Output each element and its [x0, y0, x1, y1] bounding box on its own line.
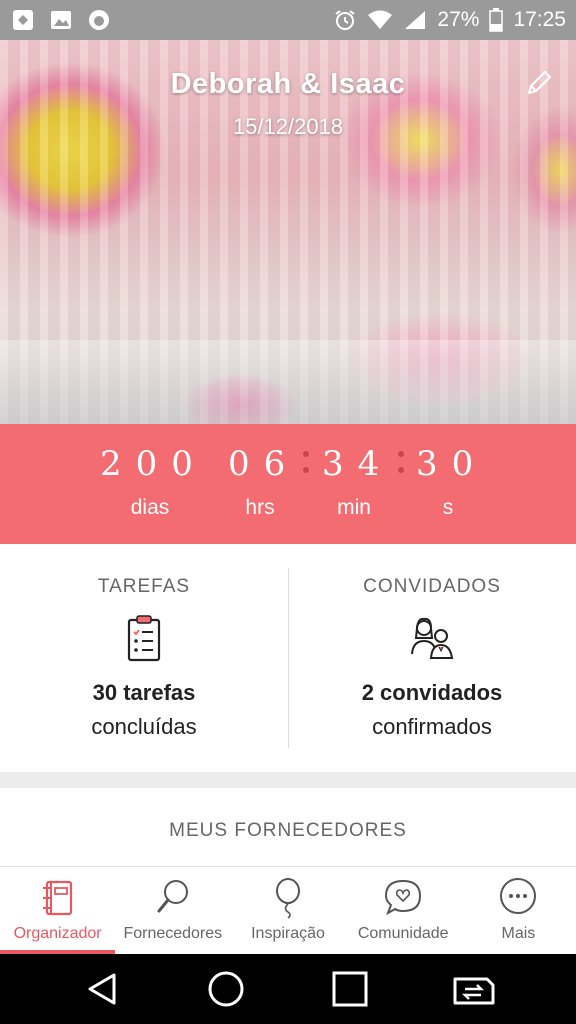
nav-inspiracao[interactable]: Inspiração — [230, 867, 345, 954]
providers-section[interactable]: MEUS FORNECEDORES — [0, 788, 576, 868]
countdown-seconds: 30 s — [416, 444, 480, 520]
balloon-icon — [276, 878, 300, 919]
seconds-value: 30 — [416, 444, 488, 484]
guests-count: 2 convidados — [361, 680, 503, 705]
nav-label: Fornecedores — [123, 925, 223, 942]
nav-fornecedores[interactable]: Fornecedores — [115, 867, 230, 954]
gallery-icon — [48, 7, 74, 33]
notification-icons — [10, 7, 112, 33]
seconds-label: s — [442, 496, 454, 519]
countdown-banner: 200 dias 06 hrs 34 min 30 s — [0, 424, 576, 544]
nav-comunidade[interactable]: Comunidade — [346, 867, 461, 954]
lion-app-icon — [86, 7, 112, 33]
guests-couple-icon — [408, 614, 456, 664]
guests-title: CONVIDADOS — [363, 576, 501, 597]
couple-names: Deborah & Isaac — [170, 68, 406, 100]
battery-percent: 27% — [437, 8, 480, 31]
guests-summary[interactable]: CONVIDADOS 2 convidados confirmados — [288, 544, 576, 772]
signal-4g-icon — [403, 9, 427, 31]
app-icon — [10, 7, 36, 33]
switch-app-icon[interactable] — [449, 964, 499, 1014]
countdown-separator — [303, 449, 309, 475]
summary-card: TAREFAS 30 tarefas concluídas CONVIDADOS — [0, 544, 576, 772]
home-icon[interactable] — [201, 964, 251, 1014]
minutes-label: min — [337, 496, 371, 519]
minutes-value: 34 — [322, 444, 394, 484]
system-status: 27% 17:25 — [333, 8, 566, 32]
nav-label: Organizador — [13, 925, 102, 942]
system-navigation-bar — [0, 954, 576, 1024]
countdown-days: 200 dias — [100, 444, 200, 520]
more-dots-icon — [500, 878, 537, 914]
countdown-separator — [398, 449, 404, 475]
clock: 17:25 — [513, 8, 566, 31]
wifi-icon — [367, 9, 393, 31]
alarm-icon — [333, 8, 357, 32]
providers-title: MEUS FORNECEDORES — [169, 820, 407, 841]
tasks-caption: concluídas — [91, 714, 197, 739]
nav-label: Inspiração — [251, 925, 325, 942]
nav-label: Comunidade — [357, 925, 449, 942]
hours-label: hrs — [245, 496, 275, 519]
tasks-count: 30 tarefas — [92, 680, 196, 705]
back-icon[interactable] — [77, 964, 127, 1014]
status-bar: 27% 17:25 — [0, 0, 576, 40]
countdown-hours: 06 hrs — [228, 444, 292, 520]
chat-heart-icon — [385, 879, 422, 916]
search-magnifier-icon — [157, 880, 188, 913]
pencil-icon[interactable] — [524, 68, 554, 98]
battery-icon — [489, 8, 504, 32]
guests-caption: confirmados — [372, 714, 492, 739]
days-value: 200 — [100, 444, 207, 484]
tasks-summary[interactable]: TAREFAS 30 tarefas concluídas — [0, 544, 288, 772]
clipboard-checklist-icon — [120, 614, 168, 664]
days-label: dias — [130, 496, 170, 519]
bottom-navigation: Organizador Fornecedores Inspiração Comu… — [0, 866, 576, 954]
nav-organizador[interactable]: Organizador — [0, 867, 116, 954]
nav-mais[interactable]: Mais — [461, 867, 576, 954]
photo-table — [0, 340, 576, 424]
notebook-icon — [42, 880, 72, 916]
countdown-minutes: 34 min — [322, 444, 386, 520]
hours-value: 06 — [228, 444, 300, 484]
wedding-date: 15/12/2018 — [232, 114, 344, 139]
wedding-cover-photo: Deborah & Isaac 15/12/2018 — [0, 40, 576, 424]
nav-label: Mais — [501, 925, 536, 942]
tasks-title: TAREFAS — [97, 576, 191, 597]
recent-apps-icon[interactable] — [325, 964, 375, 1014]
